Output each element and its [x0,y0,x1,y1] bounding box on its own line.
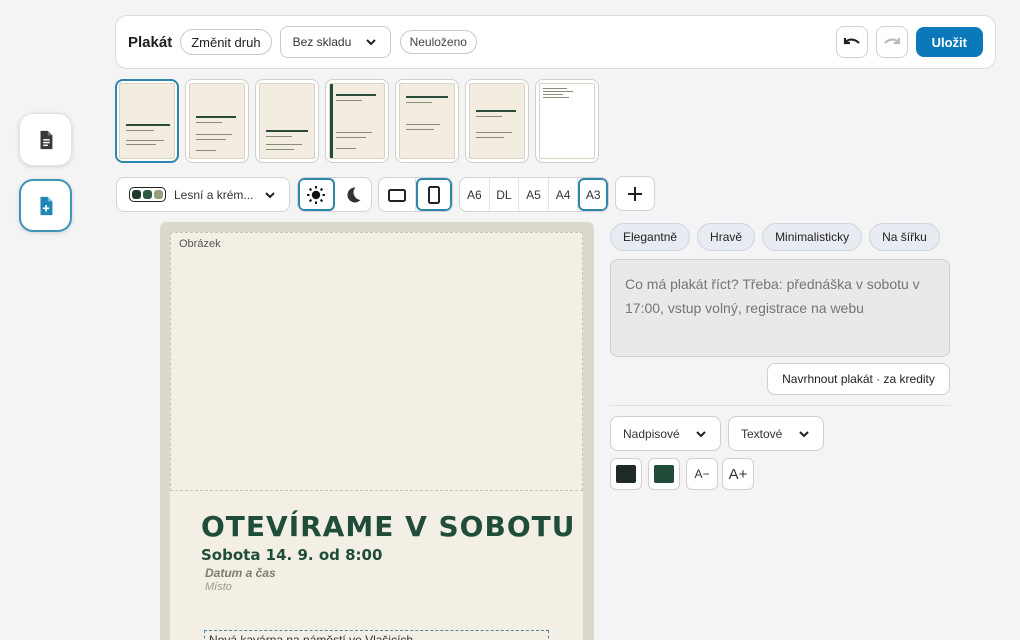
brightness-toggle [297,177,372,212]
new-document-button[interactable] [19,179,72,232]
dark-mode-button[interactable] [335,178,372,211]
chevron-down-icon [799,430,809,437]
size-a6-button[interactable]: A6 [460,178,490,211]
style-chip-playful[interactable]: Hravě [697,223,756,251]
landscape-button[interactable] [379,178,416,211]
style-chip-elegant[interactable]: Elegantně [610,223,691,251]
chevron-down-icon [365,39,376,46]
save-status-badge: Neuloženo [399,30,477,54]
top-toolbar: Plakát Změnit druh Bez skladu Neuloženo … [115,15,996,69]
size-a5-button[interactable]: A5 [519,178,549,211]
text-font-value: Textové [741,426,783,441]
style-chip-landscape[interactable]: Na šířku [869,223,940,251]
style-chips: Elegantně Hravě Minimalisticky Na šířku [610,223,940,251]
theme-swatch [129,187,166,202]
chevron-down-icon [696,430,706,437]
redo-icon [883,38,900,45]
suggest-poster-button[interactable]: Navrhnout plakát · za kredity [767,363,950,395]
layout-thumbnail[interactable] [115,79,179,163]
paper-size-toggle: A6 DL A5 A4 A3 [459,177,609,212]
redo-button[interactable] [875,26,908,58]
plus-icon [628,186,642,201]
poster-place-placeholder[interactable]: Místo [205,581,232,593]
poster-prompt-input[interactable] [610,259,950,357]
change-type-button[interactable]: Změnit druh [180,29,272,55]
template-select-value: Bez skladu [292,35,352,49]
heading-color-button[interactable] [610,458,642,490]
color-swatch [616,465,636,483]
document-type-title: Plakát [128,33,173,51]
chevron-down-icon [265,191,275,198]
size-a4-button[interactable]: A4 [549,178,579,211]
layout-thumbnail[interactable] [535,79,599,163]
poster-body-text[interactable]: Nová kavárna na náměstí ve Vlašicích [204,630,549,640]
decrease-text-size-button[interactable]: A− [686,458,718,490]
undo-icon [843,38,860,45]
style-chip-minimal[interactable]: Minimalisticky [762,223,863,251]
color-theme-value: Lesní a krém... [174,187,254,202]
poster-date[interactable]: Sobota 14. 9. od 8:00 [201,546,382,564]
layout-thumbnail[interactable] [325,79,389,163]
poster-page: Obrázek OTEVÍRAME V SOBOTU Sobota 14. 9.… [170,232,583,640]
document-icon [40,130,52,149]
image-placeholder[interactable]: Obrázek [170,232,583,491]
layout-thumbnail[interactable] [185,79,249,163]
undo-button[interactable] [835,26,868,58]
layout-thumbnail[interactable] [255,79,319,163]
text-font-select[interactable]: Textové [728,416,824,451]
divider [610,405,950,406]
documents-button[interactable] [19,113,72,166]
image-placeholder-label: Obrázek [179,238,221,250]
add-button[interactable] [615,176,655,211]
orientation-toggle [378,177,453,212]
poster-datetime-placeholder[interactable]: Datum a čas [205,566,276,580]
color-swatch [654,465,674,483]
increase-text-size-button[interactable]: A+ [722,458,754,490]
portrait-button[interactable] [415,178,452,211]
sun-icon [306,185,325,204]
landscape-icon [387,188,406,202]
heading-font-value: Nadpisové [623,426,680,441]
size-a3-button[interactable]: A3 [578,178,608,211]
heading-font-select[interactable]: Nadpisové [610,416,721,451]
color-theme-select[interactable]: Lesní a krém... [116,177,290,212]
layout-thumbnail[interactable] [465,79,529,163]
template-select[interactable]: Bez skladu [279,26,391,58]
moon-icon [347,186,361,202]
add-document-icon [40,196,52,215]
layout-thumbnails [115,79,599,163]
poster-title[interactable]: OTEVÍRAME V SOBOTU [201,510,575,543]
light-mode-button[interactable] [298,178,335,211]
portrait-icon [427,185,440,204]
layout-thumbnail[interactable] [395,79,459,163]
size-dl-button[interactable]: DL [490,178,520,211]
save-button[interactable]: Uložit [915,27,983,57]
text-color-button[interactable] [648,458,680,490]
